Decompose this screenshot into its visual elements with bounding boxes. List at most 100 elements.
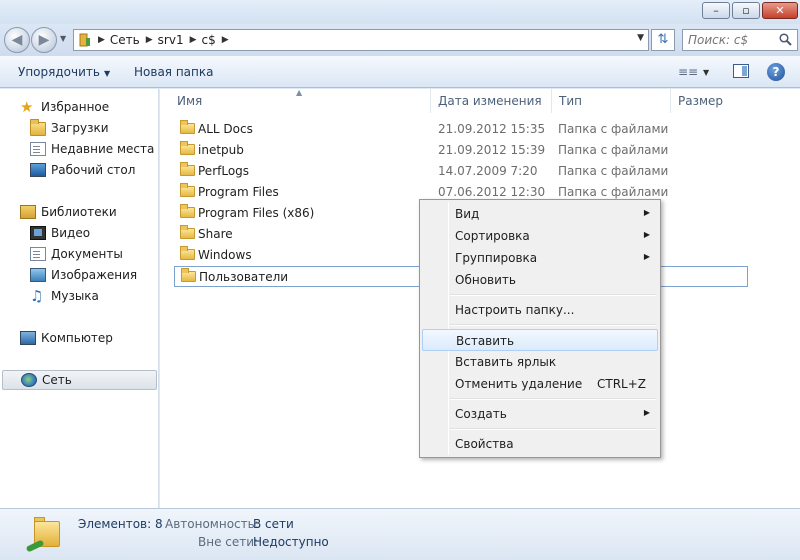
table-row[interactable]: PerfLogs 14.07.2009 7:20 Папка с файлами — [174, 161, 748, 182]
breadcrumb-server[interactable]: srv1 — [158, 33, 184, 47]
search-input[interactable] — [688, 33, 776, 47]
file-name: Share — [198, 227, 233, 241]
offline-status-value: Недоступно — [253, 535, 329, 549]
breadcrumb-share[interactable]: c$ — [202, 33, 216, 47]
folder-icon — [180, 246, 195, 260]
menu-item-paste[interactable]: Вставить — [422, 329, 658, 351]
pictures-icon — [30, 268, 46, 282]
menu-item-label: Свойства — [455, 437, 514, 451]
back-button[interactable]: ◀ — [4, 27, 30, 53]
menu-separator — [450, 428, 656, 430]
desktop-icon — [30, 163, 46, 177]
menu-item-group[interactable]: Группировка ▶ — [422, 247, 658, 269]
breadcrumb-arrow-icon[interactable]: ▶ — [98, 35, 105, 45]
file-name: Program Files (x86) — [198, 206, 315, 220]
offline-status-label: Вне сети: — [198, 535, 259, 549]
file-type: Папка с файлами — [558, 122, 669, 136]
menu-item-paste-shortcut[interactable]: Вставить ярлык — [422, 351, 658, 373]
forward-button[interactable]: ▶ — [31, 27, 57, 53]
breadcrumb-arrow-icon[interactable]: ▶ — [146, 35, 153, 45]
nav-network-label: Сеть — [42, 373, 72, 387]
breadcrumb-arrow-icon[interactable]: ▶ — [190, 35, 197, 45]
file-name: inetpub — [198, 143, 244, 157]
folder-icon — [180, 162, 195, 176]
nav-documents-label: Документы — [51, 247, 123, 261]
file-modified: 07.06.2012 12:30 — [438, 185, 546, 199]
folder-icon — [180, 120, 195, 134]
file-name: PerfLogs — [198, 164, 250, 178]
breadcrumb-network[interactable]: Сеть — [110, 33, 140, 47]
nav-network[interactable]: Сеть — [2, 370, 157, 390]
column-divider[interactable] — [551, 89, 552, 113]
music-icon: ♫ — [30, 287, 44, 305]
change-view-icon[interactable]: ≡≡ — [678, 65, 698, 79]
menu-item-label: Обновить — [455, 273, 516, 287]
breadcrumb-arrow-icon[interactable]: ▶ — [222, 35, 229, 45]
address-dropdown-icon[interactable]: ▼ — [637, 33, 644, 43]
history-dropdown-icon[interactable]: ▼ — [60, 34, 66, 43]
file-name: Windows — [198, 248, 252, 262]
file-modified: 14.07.2009 7:20 — [438, 164, 538, 178]
title-bar: – ▫ ✕ — [0, 0, 800, 24]
table-row[interactable]: inetpub 21.09.2012 15:39 Папка с файлами — [174, 140, 748, 161]
column-header-type[interactable]: Тип — [559, 94, 582, 108]
nav-favorites[interactable]: ★ Избранное — [20, 97, 179, 117]
nav-video-label: Видео — [51, 226, 91, 240]
nav-libraries[interactable]: Библиотеки — [20, 202, 179, 222]
column-header-size[interactable]: Размер — [678, 94, 723, 108]
address-row: ◀ ▶ ▼ ▶ Сеть ▶ srv1 ▶ c$ ▶ ▼ ⇅ — [0, 24, 800, 56]
close-button[interactable]: ✕ — [762, 2, 798, 19]
menu-item-view[interactable]: Вид ▶ — [422, 203, 658, 225]
file-name: ALL Docs — [198, 122, 253, 136]
address-bar[interactable]: ▶ Сеть ▶ srv1 ▶ c$ ▶ ▼ — [73, 29, 649, 51]
menu-separator — [450, 324, 656, 326]
table-row[interactable]: ALL Docs 21.09.2012 15:35 Папка с файлам… — [174, 119, 748, 140]
nav-pictures-label: Изображения — [51, 268, 138, 282]
menu-item-label: Вставить — [456, 334, 515, 348]
search-icon[interactable] — [779, 33, 792, 46]
maximize-button[interactable]: ▫ — [732, 2, 760, 19]
column-header-modified[interactable]: Дата изменения — [438, 94, 542, 108]
menu-item-refresh[interactable]: Обновить — [422, 269, 658, 291]
help-button[interactable]: ? — [767, 63, 785, 81]
navigation-pane[interactable]: ★ Избранное Загрузки Недавние места Рабо… — [0, 89, 159, 508]
nav-desktop-label: Рабочий стол — [51, 163, 136, 177]
menu-item-properties[interactable]: Свойства — [422, 433, 658, 455]
file-name: Program Files — [198, 185, 279, 199]
preview-pane-icon[interactable] — [733, 64, 749, 78]
refresh-button[interactable]: ⇅ — [651, 29, 675, 51]
nav-libraries-label: Библиотеки — [41, 205, 117, 219]
column-divider[interactable] — [670, 89, 671, 113]
menu-separator — [450, 294, 656, 296]
nav-favorites-label: Избранное — [41, 100, 110, 114]
video-icon — [30, 226, 46, 240]
new-folder-button[interactable]: Новая папка — [134, 65, 213, 79]
menu-item-label: Группировка — [455, 251, 538, 265]
column-divider[interactable] — [430, 89, 431, 113]
view-options-dropdown-icon[interactable]: ▼ — [703, 68, 709, 77]
computer-icon — [20, 331, 36, 345]
menu-item-label: Сортировка — [455, 229, 530, 243]
menu-item-label: Создать — [455, 407, 507, 421]
organize-button[interactable]: Упорядочить ▼ — [18, 65, 110, 79]
menu-item-undo-delete[interactable]: Отменить удаление CTRL+Z — [422, 373, 658, 395]
file-modified: 21.09.2012 15:39 — [438, 143, 546, 157]
search-box[interactable] — [682, 29, 798, 51]
nav-downloads-label: Загрузки — [51, 121, 109, 135]
submenu-arrow-icon: ▶ — [643, 230, 650, 239]
menu-item-shortcut: CTRL+Z — [597, 377, 647, 391]
menu-item-new[interactable]: Создать ▶ — [422, 403, 658, 425]
column-header-name[interactable]: Имя — [177, 94, 202, 108]
nav-computer-label: Компьютер — [41, 331, 113, 345]
file-type: Папка с файлами — [558, 164, 669, 178]
chevron-down-icon: ▼ — [103, 69, 111, 78]
menu-item-sort[interactable]: Сортировка ▶ — [422, 225, 658, 247]
menu-item-customize-folder[interactable]: Настроить папку... — [422, 299, 658, 321]
network-folder-icon — [25, 515, 60, 553]
offline-availability-label: Автономность: — [165, 517, 259, 531]
details-pane: Элементов: 8 Автономность: В сети Вне се… — [0, 508, 800, 560]
nav-computer[interactable]: Компьютер — [20, 328, 179, 348]
minimize-button[interactable]: – — [702, 2, 730, 19]
documents-icon — [30, 247, 46, 261]
folder-icon — [180, 141, 195, 155]
